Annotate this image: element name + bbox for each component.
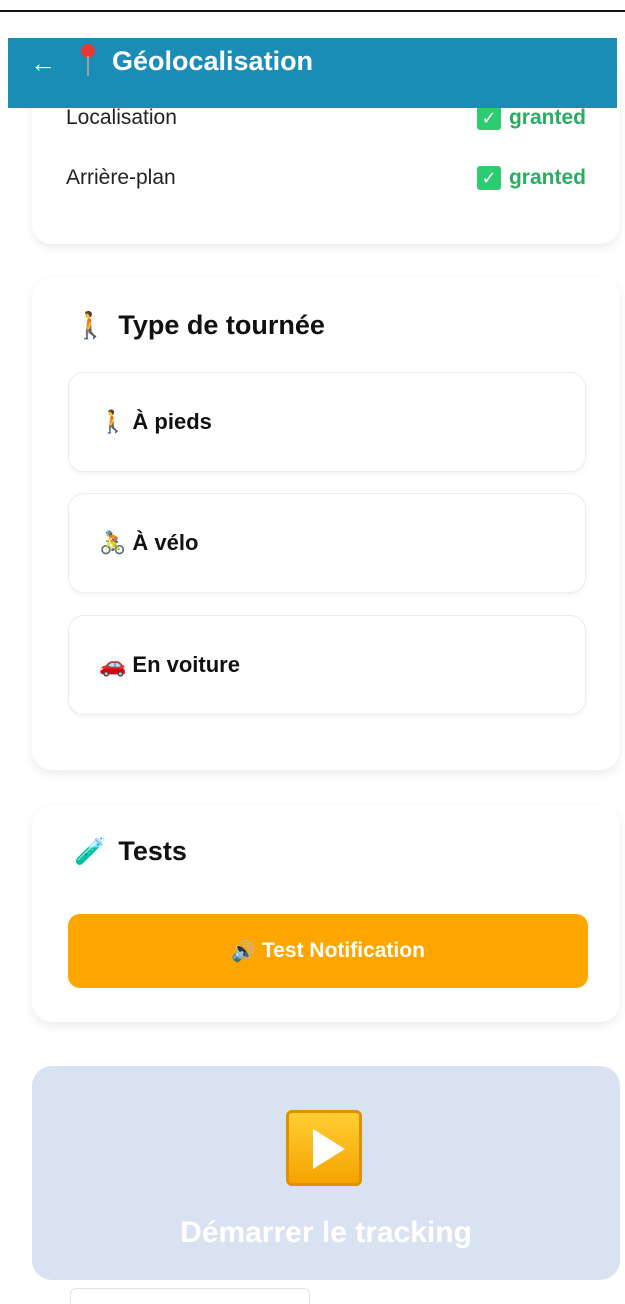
tour-option-label: À vélo (132, 530, 199, 555)
permission-status: ✓ granted (476, 166, 586, 190)
back-arrow-icon[interactable]: ← (30, 48, 56, 78)
tour-option-car[interactable]: 🚗 En voiture (68, 615, 586, 715)
bottom-edge-outline (70, 1288, 310, 1304)
top-divider (0, 10, 625, 12)
tour-option-bike[interactable]: 🚴 À vélo (68, 493, 586, 593)
speaker-icon: 🔊 (231, 940, 256, 963)
check-icon: ✓ (476, 106, 501, 130)
map-pin-icon (78, 44, 98, 78)
permission-status-text: granted (508, 166, 586, 189)
tour-type-heading: 🚶 Type de tournée (74, 310, 325, 341)
permission-status: ✓ granted (476, 106, 586, 130)
play-button-icon (286, 1110, 362, 1186)
app-title-group: Géolocalisation (78, 44, 313, 78)
test-notification-button[interactable]: 🔊 Test Notification (68, 914, 588, 988)
section-title: Type de tournée (118, 310, 325, 340)
walking-person-icon: 🚶 (99, 409, 127, 434)
test-notification-label: Test Notification (261, 939, 425, 962)
permission-row-location: Localisation ✓ granted (66, 106, 586, 130)
permission-row-background: Arrière-plan ✓ granted (66, 166, 586, 190)
section-title: Tests (118, 836, 187, 866)
tour-type-card: 🚶 Type de tournée 🚶 À pieds 🚴 À vélo 🚗 E… (32, 278, 620, 770)
permission-status-text: granted (508, 106, 586, 129)
walking-person-icon: 🚶 (74, 310, 107, 340)
tour-option-label: À pieds (132, 409, 212, 434)
page-title: Géolocalisation (112, 46, 314, 76)
tests-card: 🧪 Tests 🔊 Test Notification (32, 806, 620, 1022)
check-icon: ✓ (476, 166, 501, 190)
car-icon: 🚗 (99, 652, 127, 677)
cyclist-icon: 🚴 (99, 530, 127, 555)
tests-heading: 🧪 Tests (74, 836, 187, 867)
permission-label: Localisation (66, 106, 177, 129)
app-bar: ← Géolocalisation (8, 38, 617, 108)
tour-option-walking[interactable]: 🚶 À pieds (68, 372, 586, 472)
tour-option-label: En voiture (132, 652, 240, 677)
test-tube-icon: 🧪 (74, 836, 107, 866)
permission-label: Arrière-plan (66, 166, 176, 189)
start-tracking-button[interactable]: Démarrer le tracking (32, 1066, 620, 1280)
start-tracking-label: Démarrer le tracking (180, 1216, 472, 1249)
